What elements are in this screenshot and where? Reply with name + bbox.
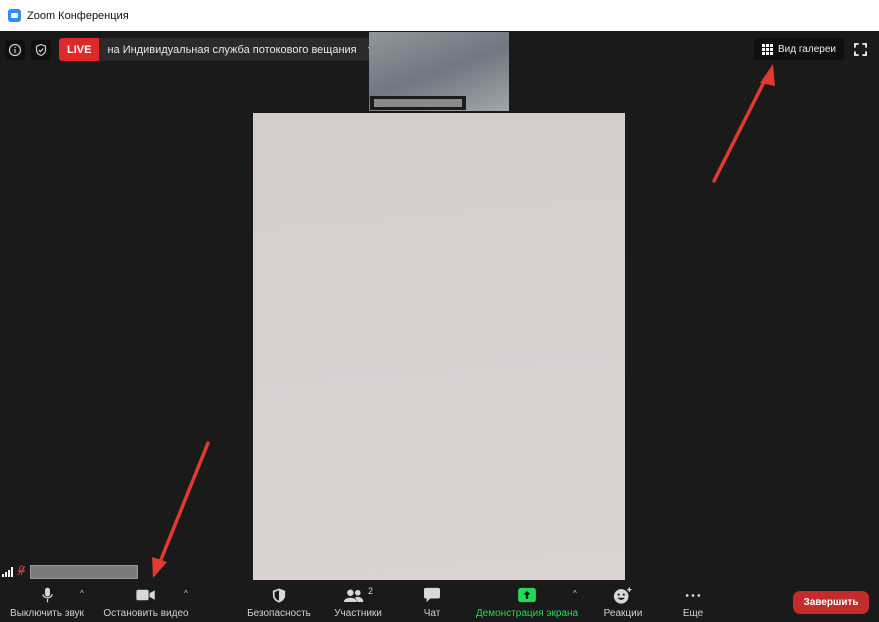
zoom-app-icon bbox=[8, 9, 21, 22]
self-name-label bbox=[30, 565, 138, 579]
participant-name-bar bbox=[370, 96, 466, 110]
shield-icon bbox=[272, 584, 286, 606]
share-screen-button[interactable]: Демонстрация экрана bbox=[471, 584, 583, 619]
window-title: Zoom Конференция bbox=[27, 9, 129, 22]
live-stream-control[interactable]: LIVE на Индивидуальная служба потокового… bbox=[59, 38, 382, 61]
end-meeting-button[interactable]: Завершить bbox=[793, 591, 869, 614]
security-label: Безопасность bbox=[247, 608, 311, 619]
share-screen-icon bbox=[517, 584, 537, 606]
video-camera-icon bbox=[135, 584, 157, 606]
stop-video-label: Остановить видео bbox=[103, 608, 189, 619]
more-label: Еще bbox=[682, 608, 704, 619]
video-options-caret-icon[interactable]: ^ bbox=[184, 589, 188, 598]
fullscreen-icon[interactable] bbox=[851, 40, 869, 58]
muted-mic-icon bbox=[17, 563, 26, 581]
top-left-controls: LIVE на Индивидуальная служба потокового… bbox=[5, 38, 382, 61]
live-destination-label: на Индивидуальная служба потокового веща… bbox=[107, 43, 357, 56]
more-icon bbox=[684, 584, 702, 606]
audio-options-caret-icon[interactable]: ^ bbox=[80, 589, 84, 598]
chat-label: Чат bbox=[423, 608, 441, 619]
gallery-view-label: Вид галереи bbox=[778, 43, 836, 55]
grid-icon bbox=[762, 43, 773, 55]
reactions-label: Реакции bbox=[603, 608, 643, 619]
signal-strength-icon bbox=[2, 567, 13, 577]
stop-video-button[interactable]: Остановить видео bbox=[100, 584, 192, 619]
share-screen-label: Демонстрация экрана bbox=[475, 608, 579, 619]
participants-icon: 2 bbox=[343, 584, 373, 606]
mute-button[interactable]: Выключить звук bbox=[6, 584, 88, 619]
participants-label: Участники bbox=[334, 608, 382, 619]
gallery-view-button[interactable]: Вид галереи bbox=[754, 38, 844, 60]
shield-check-icon[interactable] bbox=[31, 39, 51, 60]
live-badge: LIVE bbox=[59, 38, 100, 61]
share-options-caret-icon[interactable]: ^ bbox=[573, 589, 577, 598]
microphone-icon bbox=[41, 584, 54, 606]
emoji-icon bbox=[613, 584, 633, 606]
reactions-button[interactable]: Реакции bbox=[600, 584, 646, 619]
chat-icon bbox=[423, 584, 441, 606]
participant-count: 2 bbox=[367, 586, 373, 596]
participant-thumbnail[interactable] bbox=[369, 32, 509, 111]
window-titlebar: Zoom Конференция bbox=[0, 0, 879, 31]
mute-label: Выключить звук bbox=[10, 608, 84, 619]
chat-button[interactable]: Чат bbox=[418, 584, 446, 619]
main-video-feed bbox=[253, 113, 625, 580]
security-button[interactable]: Безопасность bbox=[244, 584, 314, 619]
participants-button[interactable]: 2 Участники bbox=[330, 584, 386, 619]
more-button[interactable]: Еще bbox=[678, 584, 708, 619]
self-view-strip bbox=[0, 563, 138, 581]
meeting-toolbar: Выключить звук ^ Остановить видео ^ Безо… bbox=[0, 581, 879, 622]
live-destination-dropdown[interactable]: на Индивидуальная служба потокового веща… bbox=[99, 38, 382, 61]
info-icon[interactable] bbox=[5, 39, 25, 60]
